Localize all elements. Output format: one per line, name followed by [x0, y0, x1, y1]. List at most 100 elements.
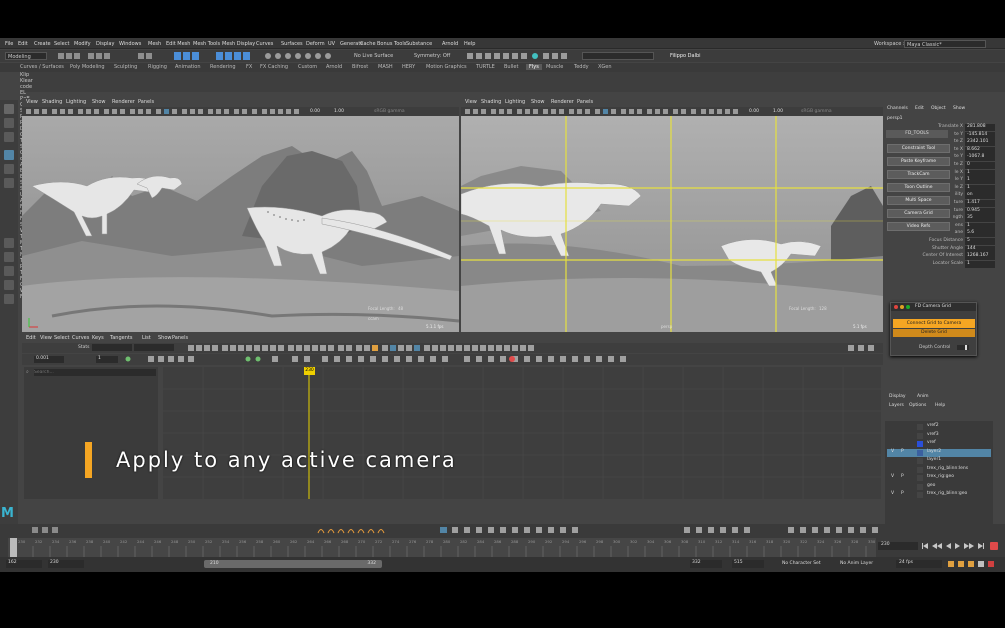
- shelf-tab-mash[interactable]: MASH: [378, 64, 393, 70]
- viewport_right-menu-view[interactable]: View: [465, 99, 477, 105]
- menu-mesh-tools[interactable]: Mesh Tools: [193, 41, 220, 47]
- channel-value[interactable]: 281.808: [965, 124, 995, 131]
- menu-display[interactable]: Display: [96, 41, 114, 47]
- rotate-tool-icon[interactable]: [4, 164, 14, 174]
- timeline-track[interactable]: 230 232 234 236 238 240 242 244 246 248 250 252 254 2…: [8, 538, 876, 557]
- shelf-tab-fx[interactable]: FX: [246, 64, 252, 70]
- channel-value[interactable]: 2342.101: [965, 139, 995, 147]
- channel-value[interactable]: 1.417: [965, 200, 995, 207]
- shelf-tab-bullet[interactable]: Bullet: [504, 64, 518, 70]
- fd-tool-toon-outline-button[interactable]: Toon Outline: [887, 183, 950, 192]
- range-bar-icons[interactable]: [946, 559, 1002, 569]
- layer-visibility-toggle[interactable]: V: [891, 491, 894, 496]
- graph-menu-keys[interactable]: Keys: [92, 335, 104, 341]
- graph-menu-list[interactable]: List: [142, 335, 151, 341]
- end-frame-field[interactable]: 515: [732, 560, 764, 568]
- layer-playback-toggle[interactable]: P: [901, 491, 904, 496]
- viewport_right-menu-show[interactable]: Show: [531, 99, 545, 105]
- left-exposure-field[interactable]: 0.00: [310, 109, 320, 114]
- menu-edit-mesh[interactable]: Edit Mesh: [166, 41, 190, 47]
- shelf-tab-hery[interactable]: HERY: [402, 64, 415, 70]
- menu-edit[interactable]: Edit: [18, 41, 28, 47]
- left-viewport[interactable]: Focal Length: 48 ccam 5.1.1 fps: [22, 116, 459, 332]
- shelf-tab-flys[interactable]: Flys: [526, 64, 542, 70]
- viewport_left-menu-view[interactable]: View: [26, 99, 38, 105]
- shelf-tab-rigging[interactable]: Rigging: [148, 64, 167, 70]
- layer-visibility-toggle[interactable]: V: [891, 449, 894, 454]
- menu-windows[interactable]: Windows: [119, 41, 141, 47]
- shelf-tab-curves-surfaces[interactable]: Curves / Surfaces: [20, 64, 64, 70]
- delete-grid-button[interactable]: Delete Grid: [893, 329, 975, 337]
- viewport_right-menu-lighting[interactable]: Lighting: [505, 99, 525, 105]
- layer-row-geo[interactable]: geo: [887, 483, 991, 491]
- select-tool-icon[interactable]: [4, 104, 14, 114]
- fd-tool-video-refs-button[interactable]: Video Refs: [887, 222, 950, 231]
- layer-tab-anim[interactable]: Anim: [917, 394, 929, 399]
- menu-arnold[interactable]: Arnold: [442, 41, 458, 47]
- user-account[interactable]: Filippo Dalbi: [668, 52, 718, 60]
- viewport_left-menu-lighting[interactable]: Lighting: [66, 99, 86, 105]
- viewport_right-menu-renderer[interactable]: Renderer: [551, 99, 574, 105]
- channel-value[interactable]: 1268.167: [965, 253, 995, 261]
- playback-controls[interactable]: [920, 540, 1004, 552]
- layer-row-trex-rig-geo[interactable]: V Ptrex_rig:geo: [887, 474, 991, 482]
- anim-layer-label[interactable]: No Anim Layer: [840, 561, 873, 566]
- channel-value[interactable]: 1: [965, 184, 995, 192]
- move-tool-icon[interactable]: [4, 150, 14, 160]
- shelf-tab-custom[interactable]: Custom: [298, 64, 317, 70]
- shelf-tab-rendering[interactable]: Rendering: [210, 64, 236, 70]
- channel-value[interactable]: 0.945: [965, 207, 995, 215]
- shelf-tab-xgen[interactable]: XGen: [598, 64, 612, 70]
- status-icons[interactable]: [28, 50, 368, 62]
- channel-value[interactable]: 5.6: [965, 230, 995, 238]
- menu-mesh[interactable]: Mesh: [148, 41, 161, 47]
- layer-playback-toggle[interactable]: P: [901, 474, 904, 479]
- layer-row-vref2[interactable]: vref2: [887, 423, 991, 431]
- stats-field-2[interactable]: [134, 344, 174, 351]
- fd-tool-constraint-tool-button[interactable]: Constraint Tool: [887, 144, 950, 153]
- maximize-icon[interactable]: [906, 305, 910, 309]
- layer-color-swatch[interactable]: [917, 432, 923, 439]
- left-gamma-field[interactable]: 1.00: [334, 109, 344, 114]
- shelf-tab-teddy[interactable]: Teddy: [574, 64, 589, 70]
- layer-row-trex-rig-blinn-geo[interactable]: V Ptrex_rig_blinn:geo: [887, 491, 991, 499]
- viewport_left-menu-show[interactable]: Show: [92, 99, 106, 105]
- graph-menu-curves[interactable]: Curves: [72, 335, 89, 341]
- channel-tab-edit[interactable]: Edit: [915, 106, 924, 111]
- layer-color-swatch[interactable]: [917, 492, 923, 498]
- layer-menu-help[interactable]: Help: [935, 403, 945, 408]
- shelf-tab-animation[interactable]: Animation: [175, 64, 201, 70]
- symmetry-label[interactable]: Symmetry: Off: [412, 52, 460, 60]
- connect-grid-button[interactable]: Connect Grid to Camera: [893, 319, 975, 328]
- shelf-tab-muscle[interactable]: Muscle: [546, 64, 563, 70]
- layer-color-swatch[interactable]: [917, 483, 923, 490]
- channel-value[interactable]: 1: [965, 177, 995, 185]
- menu-help[interactable]: Help: [464, 41, 475, 47]
- shelf-tab-sculpting[interactable]: Sculpting: [114, 64, 137, 70]
- channel-tab-object[interactable]: Object: [931, 106, 946, 111]
- scale-tool-icon[interactable]: [4, 178, 14, 188]
- character-set-label[interactable]: No Character Set: [782, 561, 821, 566]
- channel-tab-show[interactable]: Show: [953, 106, 965, 111]
- channel-value[interactable]: -1067.8: [965, 154, 995, 162]
- menu-surfaces[interactable]: Surfaces: [281, 41, 303, 47]
- paint-select-icon[interactable]: [4, 132, 14, 142]
- shelf-tab-poly-modeling[interactable]: Poly Modeling: [70, 64, 105, 70]
- channel-value[interactable]: on: [965, 192, 995, 200]
- shelf-tab-motion-graphics[interactable]: Motion Graphics: [426, 64, 467, 70]
- viewport_left-menu-renderer[interactable]: Renderer: [112, 99, 135, 105]
- menu-deform[interactable]: Deform: [306, 41, 325, 47]
- viewport_left-menu-shading[interactable]: Shading: [42, 99, 62, 105]
- layer-row-vref3[interactable]: vref3: [887, 432, 991, 440]
- viewport_right-menu-shading[interactable]: Shading: [481, 99, 501, 105]
- stats-field-1[interactable]: [92, 344, 132, 351]
- layer-color-swatch[interactable]: [917, 441, 923, 447]
- fps-dropdown[interactable]: 24 fps: [896, 560, 942, 568]
- menu-modify[interactable]: Modify: [74, 41, 91, 47]
- graph-menu-edit[interactable]: Edit: [26, 335, 36, 341]
- menu-bonus-tools[interactable]: Bonus Tools: [377, 41, 406, 47]
- layout-stack-icon[interactable]: [4, 280, 14, 290]
- graph-menu-view[interactable]: View: [40, 335, 52, 341]
- right-exposure-field[interactable]: 0.00: [749, 109, 759, 114]
- render-icons[interactable]: [465, 50, 580, 62]
